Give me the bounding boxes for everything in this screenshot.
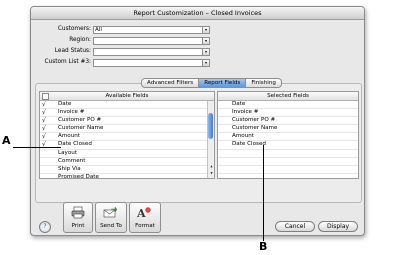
available-field-label: Comment — [58, 157, 86, 164]
checkmark-icon[interactable]: √ — [42, 101, 50, 108]
printer-icon — [71, 206, 85, 219]
lead-status-label: Lead Status: — [54, 48, 91, 54]
available-field-label: Amount — [58, 133, 80, 140]
checkmark-icon[interactable]: √ — [42, 133, 50, 140]
filter-row-lead-status: Lead Status: ▾ — [31, 48, 221, 56]
print-button[interactable]: Print — [63, 202, 93, 233]
scroll-up-arrow-icon[interactable]: ▲ — [209, 164, 214, 169]
send-to-label: Send To — [100, 223, 122, 229]
custom-list-3-popup-arrow-icon[interactable]: ▾ — [202, 59, 210, 67]
callout-label-a: A — [2, 134, 11, 147]
filter-row-region: Region: ▾ — [31, 37, 221, 45]
title-bar[interactable]: Report Customization – Closed Invoices — [31, 7, 364, 20]
available-field-label: Ship Via — [58, 165, 81, 172]
available-fields-scrollbar[interactable]: ▲ ▼ — [207, 101, 214, 178]
selected-field-label: Invoice # — [232, 109, 259, 116]
tab-report-fields[interactable]: Report Fields — [199, 78, 247, 88]
region-popup-arrow-icon[interactable]: ▾ — [202, 37, 210, 45]
send-to-button[interactable]: Send To — [95, 202, 127, 233]
lead-status-field[interactable] — [93, 48, 204, 56]
selected-field-row[interactable]: Date — [218, 101, 358, 110]
available-fields-list[interactable]: Available Fields √ Date √ Invoice # √ Custome… — [39, 91, 215, 179]
available-field-row[interactable]: Promised Date — [40, 173, 214, 179]
region-field[interactable] — [93, 37, 204, 45]
print-label: Print — [71, 223, 85, 229]
available-field-row[interactable]: Comment — [40, 158, 214, 166]
custom-list-3-label: Custom List #3: — [44, 59, 91, 65]
display-button[interactable]: Display — [318, 221, 358, 232]
format-label: Format — [135, 223, 155, 229]
report-customization-window: Report Customization – Closed Invoices C… — [30, 6, 365, 236]
available-field-label: Date — [58, 101, 72, 107]
callout-line-a — [13, 147, 61, 148]
tab-advanced-filters[interactable]: Advanced Filters — [141, 78, 200, 88]
selected-field-label: Amount — [232, 133, 254, 140]
available-field-label: Layout — [58, 149, 78, 156]
checkmark-icon[interactable]: √ — [42, 109, 50, 116]
available-field-label: Promised Date — [58, 173, 99, 179]
selected-field-row[interactable]: Invoice # — [218, 109, 358, 118]
checkmark-icon[interactable]: √ — [42, 125, 50, 132]
callout-label-b: B — [259, 240, 268, 253]
selected-field-row[interactable]: Customer PO # — [218, 117, 358, 126]
cancel-button[interactable]: Cancel — [275, 221, 315, 232]
selected-field-row[interactable] — [218, 174, 358, 178]
tab-panel: Available Fields √ Date √ Invoice # √ Custome… — [35, 83, 362, 203]
lead-status-popup-arrow-icon[interactable]: ▾ — [202, 48, 210, 56]
selected-field-label: Date Closed — [232, 141, 266, 148]
selected-field-label: Date — [232, 101, 246, 107]
filter-row-custom-list-3: Custom List #3: ▾ — [31, 59, 221, 67]
send-to-icon — [103, 206, 117, 218]
customers-field[interactable]: All — [93, 26, 204, 34]
selected-field-row[interactable] — [218, 150, 358, 158]
available-field-row[interactable]: √ Customer Name — [40, 125, 214, 134]
format-icon: A — [137, 207, 151, 219]
callout-line-b — [263, 145, 264, 241]
customers-popup-arrow-icon[interactable]: ▾ — [202, 26, 210, 34]
checkmark-icon[interactable]: √ — [42, 117, 50, 124]
selected-field-row[interactable]: Customer Name — [218, 125, 358, 134]
selected-field-row[interactable] — [218, 166, 358, 174]
help-button[interactable]: ? — [39, 221, 51, 233]
available-field-row[interactable]: √ Amount — [40, 133, 214, 142]
selected-field-row[interactable] — [218, 158, 358, 166]
available-field-row[interactable]: Layout — [40, 150, 214, 158]
custom-list-3-field[interactable] — [93, 59, 204, 67]
select-all-checkbox[interactable] — [42, 93, 49, 100]
selected-fields-list[interactable]: Selected Fields Date Invoice # Customer PO… — [217, 91, 359, 179]
selected-field-label: Customer Name — [232, 125, 278, 132]
tab-bar: Advanced Filters Report Fields Finishing — [141, 78, 282, 88]
available-field-row[interactable]: √ Date Closed — [40, 141, 214, 150]
customers-label: Customers: — [57, 26, 91, 32]
region-label: Region: — [69, 37, 91, 43]
available-field-row[interactable]: √ Invoice # — [40, 109, 214, 118]
window-title: Report Customization – Closed Invoices — [133, 9, 262, 17]
available-field-label: Date Closed — [58, 141, 92, 148]
scroll-down-arrow-icon[interactable]: ▼ — [209, 171, 214, 176]
svg-text:A: A — [137, 207, 146, 219]
available-field-label: Invoice # — [58, 109, 85, 116]
filter-row-customers: Customers: All ▾ — [31, 26, 221, 34]
selected-fields-header: Selected Fields — [218, 92, 358, 101]
available-field-row[interactable]: √ Customer PO # — [40, 117, 214, 126]
selected-field-row[interactable]: Amount — [218, 133, 358, 142]
format-button[interactable]: A Format — [129, 202, 161, 233]
available-field-label: Customer Name — [58, 125, 104, 132]
tab-finishing[interactable]: Finishing — [246, 78, 282, 88]
selected-field-label: Customer PO # — [232, 117, 276, 124]
scroll-thumb[interactable] — [208, 113, 213, 139]
selected-field-row[interactable]: Date Closed — [218, 141, 358, 150]
available-fields-header: Available Fields — [40, 92, 214, 101]
available-field-row[interactable]: √ Date — [40, 101, 214, 110]
available-field-label: Customer PO # — [58, 117, 102, 124]
available-field-row[interactable]: Ship Via — [40, 166, 214, 174]
